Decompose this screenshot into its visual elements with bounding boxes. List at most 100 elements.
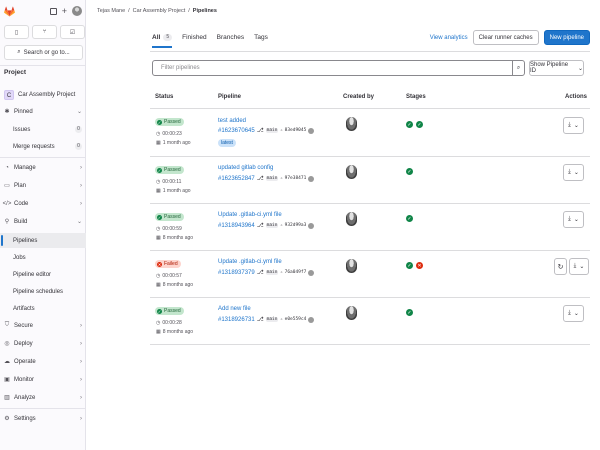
commit-sha[interactable]: e0e559c4 bbox=[285, 317, 307, 322]
download-artifacts-button[interactable]: ⤓ ⌄ bbox=[569, 258, 589, 275]
download-artifacts-button[interactable]: ⤓ ⌄ bbox=[563, 305, 584, 322]
retry-button[interactable]: ↻ bbox=[554, 258, 567, 275]
commit-sha[interactable]: 97e38471 bbox=[285, 176, 307, 181]
pipeline-id-link[interactable]: #1623670645 bbox=[218, 128, 255, 134]
pipeline-id-link[interactable]: #1318926731 bbox=[218, 317, 255, 323]
sidebar-item-manage[interactable]: ◔ Manage › bbox=[0, 160, 86, 175]
sidebar-item-pipeline-schedules[interactable]: Pipeline schedules bbox=[0, 284, 86, 299]
sidebar-item-merge-requests[interactable]: Merge requests 0 bbox=[0, 139, 86, 154]
pipeline-id-link[interactable]: #1623652847 bbox=[218, 176, 255, 182]
commit-author-avatar[interactable] bbox=[308, 175, 315, 182]
status-badge[interactable]: ✕ Failed bbox=[155, 260, 181, 268]
branch-name[interactable]: main bbox=[265, 176, 279, 181]
sidebar-item-artifacts[interactable]: Artifacts bbox=[0, 301, 86, 316]
tab-branches[interactable]: Branches bbox=[217, 34, 244, 48]
branch-name[interactable]: main bbox=[265, 317, 279, 322]
divider bbox=[0, 65, 86, 66]
sidebar-item-label: Pipelines bbox=[13, 237, 38, 244]
tab-count-badge: 5 bbox=[163, 34, 173, 41]
sidebar-item-code[interactable]: </> Code › bbox=[0, 196, 86, 211]
sidebar-item-jobs[interactable]: Jobs bbox=[0, 250, 86, 265]
sidebar-item-deploy[interactable]: ◎ Deploy › bbox=[0, 336, 86, 351]
commit-author-avatar[interactable] bbox=[308, 222, 315, 229]
commit-author-avatar[interactable] bbox=[308, 269, 315, 276]
stage-passed-icon[interactable]: ✓ bbox=[406, 168, 413, 175]
search-button[interactable]: ⌕ Search or go to... bbox=[4, 45, 83, 60]
creator-avatar[interactable] bbox=[346, 212, 357, 226]
sidebar-item-secure[interactable]: ⛉ Secure › bbox=[0, 318, 86, 333]
branch-name[interactable]: main bbox=[265, 128, 279, 133]
user-avatar[interactable] bbox=[72, 6, 82, 16]
stage-passed-icon[interactable]: ✓ bbox=[406, 121, 413, 128]
branch-name[interactable]: main bbox=[265, 223, 279, 228]
sidebar-item-settings[interactable]: ⚙ Settings › bbox=[0, 411, 86, 426]
stage-failed-icon[interactable]: ✕ bbox=[416, 262, 423, 269]
status-badge[interactable]: ✓ Passed bbox=[155, 307, 184, 315]
commit-author-avatar[interactable] bbox=[308, 316, 315, 323]
creator-avatar[interactable] bbox=[346, 117, 357, 131]
sidebar-item-analyze[interactable]: ▥ Analyze › bbox=[0, 390, 86, 405]
timer-icon: ◷ bbox=[156, 273, 161, 279]
commit-sha[interactable]: 932d99a3 bbox=[285, 223, 307, 228]
status-badge[interactable]: ✓ Passed bbox=[155, 213, 184, 221]
pipeline-title-link[interactable]: Update .gitlab-ci.yml file bbox=[218, 259, 282, 265]
search-icon[interactable]: ⌕ bbox=[512, 60, 524, 76]
tab-all[interactable]: All 5 bbox=[152, 34, 173, 48]
view-analytics-link[interactable]: View analytics bbox=[430, 35, 468, 41]
show-pipeline-id-dropdown[interactable]: Show Pipeline ID ⌄ bbox=[529, 60, 584, 76]
branch-name[interactable]: main bbox=[265, 270, 279, 275]
stage-passed-icon[interactable]: ✓ bbox=[406, 215, 413, 222]
pipeline-title-link[interactable]: Add new file bbox=[218, 306, 251, 312]
collapse-sidebar-icon[interactable] bbox=[49, 7, 57, 15]
breadcrumb-item-pipelines[interactable]: Pipelines bbox=[193, 8, 217, 14]
creator-avatar[interactable] bbox=[346, 165, 357, 179]
issues-shortcut-button[interactable]: ▯ bbox=[4, 25, 29, 39]
breadcrumb-item-project[interactable]: Car Assembly Project bbox=[133, 8, 186, 14]
sidebar-item-build[interactable]: ⚲ Build ⌄ bbox=[0, 214, 86, 229]
download-artifacts-button[interactable]: ⤓ ⌄ bbox=[563, 211, 584, 228]
merge-requests-shortcut-button[interactable]: ⑂ bbox=[32, 25, 57, 39]
sidebar-item-plan[interactable]: ▭ Plan › bbox=[0, 178, 86, 193]
tab-tags[interactable]: Tags bbox=[254, 34, 268, 48]
stage-passed-icon[interactable]: ✓ bbox=[406, 262, 413, 269]
sidebar-item-pipeline-editor[interactable]: Pipeline editor bbox=[0, 267, 86, 282]
creator-avatar[interactable] bbox=[346, 259, 357, 273]
gitlab-logo-icon[interactable] bbox=[4, 6, 15, 17]
status-badge[interactable]: ✓ Passed bbox=[155, 118, 184, 126]
sidebar-item-monitor[interactable]: ▣ Monitor › bbox=[0, 372, 86, 387]
pin-icon: ✱ bbox=[4, 109, 10, 115]
todos-shortcut-button[interactable]: ☑ bbox=[60, 25, 85, 39]
sidebar-item-operate[interactable]: ☁ Operate › bbox=[0, 354, 86, 369]
tab-finished[interactable]: Finished bbox=[182, 34, 207, 48]
status-badge[interactable]: ✓ Passed bbox=[155, 166, 184, 174]
column-header-pipeline: Pipeline bbox=[218, 94, 242, 100]
commit-sha[interactable]: 83ed9045 bbox=[285, 128, 307, 133]
pipeline-id-link[interactable]: #1318937379 bbox=[218, 270, 255, 276]
table-row-divider bbox=[150, 156, 590, 157]
create-new-icon[interactable]: + bbox=[62, 6, 67, 15]
stage-passed-icon[interactable]: ✓ bbox=[406, 309, 413, 316]
pipeline-title-link[interactable]: test added bbox=[218, 118, 246, 124]
pipeline-title-link[interactable]: Update .gitlab-ci.yml file bbox=[218, 212, 282, 218]
filter-pipelines-input[interactable]: Filter pipelines ⌕ bbox=[152, 60, 525, 76]
pipeline-title-link[interactable]: updated gitlab config bbox=[218, 165, 273, 171]
sidebar-item-project[interactable]: C Car Assembly Project bbox=[0, 87, 86, 102]
sidebar-item-pipelines[interactable]: Pipelines bbox=[0, 233, 86, 248]
commit-author-avatar[interactable] bbox=[308, 127, 315, 134]
pipeline-id-link[interactable]: #1318943964 bbox=[218, 223, 255, 229]
download-artifacts-button[interactable]: ⤓ ⌄ bbox=[563, 117, 584, 134]
stage-passed-icon[interactable]: ✓ bbox=[416, 121, 423, 128]
sidebar-section-heading: Project bbox=[4, 69, 27, 76]
clear-runner-caches-button[interactable]: Clear runner caches bbox=[472, 30, 539, 45]
monitor-icon: ▣ bbox=[4, 377, 10, 383]
sidebar-top: + bbox=[0, 0, 86, 24]
cloud-icon: ☁ bbox=[4, 359, 10, 365]
breadcrumb-item-user[interactable]: Tejas Mane bbox=[97, 8, 125, 14]
sidebar-item-pinned[interactable]: ✱ Pinned ⌄ bbox=[0, 104, 86, 119]
commit-sha[interactable]: 76a049f7 bbox=[285, 270, 307, 275]
download-artifacts-button[interactable]: ⤓ ⌄ bbox=[563, 164, 584, 181]
code-icon: </> bbox=[2, 200, 12, 207]
creator-avatar[interactable] bbox=[346, 306, 357, 320]
sidebar-item-issues[interactable]: Issues 0 bbox=[0, 122, 86, 137]
new-pipeline-button[interactable]: New pipeline bbox=[543, 30, 590, 45]
